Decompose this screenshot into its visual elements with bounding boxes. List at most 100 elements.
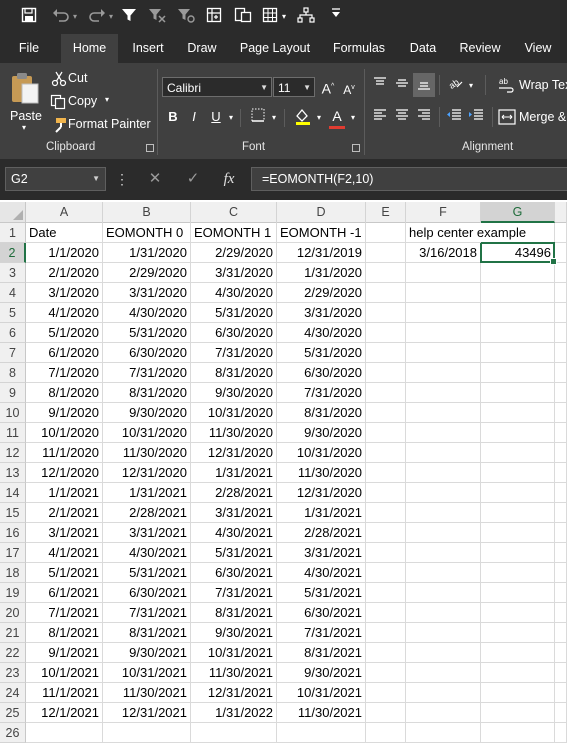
date-cell[interactable]: 4/30/2021: [277, 563, 366, 583]
cell[interactable]: [366, 323, 406, 343]
cell[interactable]: [366, 703, 406, 723]
cell[interactable]: [481, 403, 555, 423]
date-cell[interactable]: 7/1/2020: [26, 363, 103, 383]
row-header-9[interactable]: 9: [0, 383, 26, 403]
cell[interactable]: [555, 303, 567, 323]
cell[interactable]: [406, 723, 481, 743]
cell[interactable]: [555, 343, 567, 363]
date-cell[interactable]: 9/30/2021: [103, 643, 191, 663]
more-options-icon[interactable]: ⋮: [114, 167, 130, 191]
cell[interactable]: [555, 563, 567, 583]
date-cell[interactable]: 7/31/2021: [277, 623, 366, 643]
column-title-cell[interactable]: Date: [26, 223, 103, 243]
date-cell[interactable]: 6/30/2021: [103, 583, 191, 603]
date-cell[interactable]: 11/30/2020: [191, 423, 277, 443]
row-header-20[interactable]: 20: [0, 603, 26, 623]
row-header-23[interactable]: 23: [0, 663, 26, 683]
date-cell[interactable]: 1/1/2020: [26, 243, 103, 263]
date-cell[interactable]: 2/29/2020: [103, 263, 191, 283]
date-cell[interactable]: 6/30/2020: [103, 343, 191, 363]
column-header-h[interactable]: [555, 202, 567, 223]
cell[interactable]: [481, 383, 555, 403]
redo-icon[interactable]: [86, 7, 108, 27]
grid-dropdown-icon[interactable]: ▾: [279, 7, 289, 27]
cell[interactable]: [555, 503, 567, 523]
align-center-button[interactable]: [392, 107, 412, 127]
cell[interactable]: [555, 523, 567, 543]
row-header-15[interactable]: 15: [0, 503, 26, 523]
decrease-indent-button[interactable]: [444, 107, 464, 127]
format-painter-button[interactable]: Format Painter: [48, 115, 151, 135]
cell[interactable]: [366, 443, 406, 463]
cell[interactable]: [555, 723, 567, 743]
font-color-button[interactable]: A: [328, 106, 346, 129]
date-cell[interactable]: 7/31/2020: [277, 383, 366, 403]
cell[interactable]: [555, 423, 567, 443]
date-cell[interactable]: 9/30/2020: [277, 423, 366, 443]
date-cell[interactable]: 5/31/2021: [103, 563, 191, 583]
row-header-16[interactable]: 16: [0, 523, 26, 543]
date-cell[interactable]: 3/31/2020: [191, 263, 277, 283]
cell[interactable]: [366, 363, 406, 383]
date-cell[interactable]: 8/31/2020: [191, 363, 277, 383]
cell[interactable]: [406, 323, 481, 343]
cell[interactable]: [481, 623, 555, 643]
date-cell[interactable]: 12/31/2021: [103, 703, 191, 723]
paste-dropdown-icon[interactable]: ▾: [22, 123, 26, 132]
date-cell[interactable]: 11/30/2020: [277, 463, 366, 483]
date-cell[interactable]: 6/30/2021: [277, 603, 366, 623]
column-header-g[interactable]: G: [481, 202, 555, 223]
cell[interactable]: [406, 263, 481, 283]
tab-formulas[interactable]: Formulas: [325, 34, 393, 63]
date-cell[interactable]: 11/30/2020: [103, 443, 191, 463]
cell[interactable]: [555, 683, 567, 703]
insert-table-icon[interactable]: [203, 7, 225, 27]
cell[interactable]: [366, 683, 406, 703]
cell[interactable]: [555, 603, 567, 623]
date-cell[interactable]: 9/30/2020: [103, 403, 191, 423]
bold-button[interactable]: B: [164, 107, 182, 127]
row-header-7[interactable]: 7: [0, 343, 26, 363]
column-header-c[interactable]: C: [191, 202, 277, 223]
date-cell[interactable]: 10/31/2020: [277, 443, 366, 463]
help-label-cell[interactable]: help center example: [406, 223, 526, 243]
cell[interactable]: [406, 563, 481, 583]
cell[interactable]: [366, 343, 406, 363]
orientation-dropdown-icon[interactable]: ▾: [466, 76, 476, 96]
row-header-4[interactable]: 4: [0, 283, 26, 303]
row-header-17[interactable]: 17: [0, 543, 26, 563]
copy-button[interactable]: Copy ▾: [48, 92, 118, 112]
cell[interactable]: [406, 663, 481, 683]
clear-filter-icon[interactable]: [146, 7, 168, 27]
middle-align-button[interactable]: [392, 75, 412, 95]
cell[interactable]: [555, 243, 567, 263]
cell[interactable]: [481, 283, 555, 303]
cell[interactable]: [366, 463, 406, 483]
date-cell[interactable]: 1/31/2021: [103, 483, 191, 503]
date-cell[interactable]: 2/28/2021: [277, 523, 366, 543]
tab-home[interactable]: Home: [61, 34, 118, 63]
grid-icon[interactable]: [259, 7, 281, 27]
column-title-cell[interactable]: EOMONTH 1: [191, 223, 277, 243]
date-cell[interactable]: 4/30/2021: [103, 543, 191, 563]
shrink-font-button[interactable]: Av: [341, 78, 357, 100]
cell[interactable]: [406, 463, 481, 483]
tree-icon[interactable]: [295, 7, 317, 27]
date-cell[interactable]: 10/31/2021: [191, 643, 277, 663]
row-header-11[interactable]: 11: [0, 423, 26, 443]
cell[interactable]: [366, 583, 406, 603]
row-header-22[interactable]: 22: [0, 643, 26, 663]
date-cell[interactable]: 4/30/2020: [103, 303, 191, 323]
date-cell[interactable]: 6/1/2020: [26, 343, 103, 363]
date-cell[interactable]: 8/31/2021: [277, 643, 366, 663]
cell[interactable]: [555, 583, 567, 603]
cell[interactable]: [555, 663, 567, 683]
date-cell[interactable]: 10/31/2020: [191, 403, 277, 423]
cell[interactable]: [555, 403, 567, 423]
font-name-combo[interactable]: Calibri ▼: [162, 77, 272, 97]
cell[interactable]: [555, 483, 567, 503]
column-title-cell[interactable]: EOMONTH -1: [277, 223, 366, 243]
cell[interactable]: [406, 643, 481, 663]
cell[interactable]: [366, 723, 406, 743]
date-cell[interactable]: 12/1/2020: [26, 463, 103, 483]
